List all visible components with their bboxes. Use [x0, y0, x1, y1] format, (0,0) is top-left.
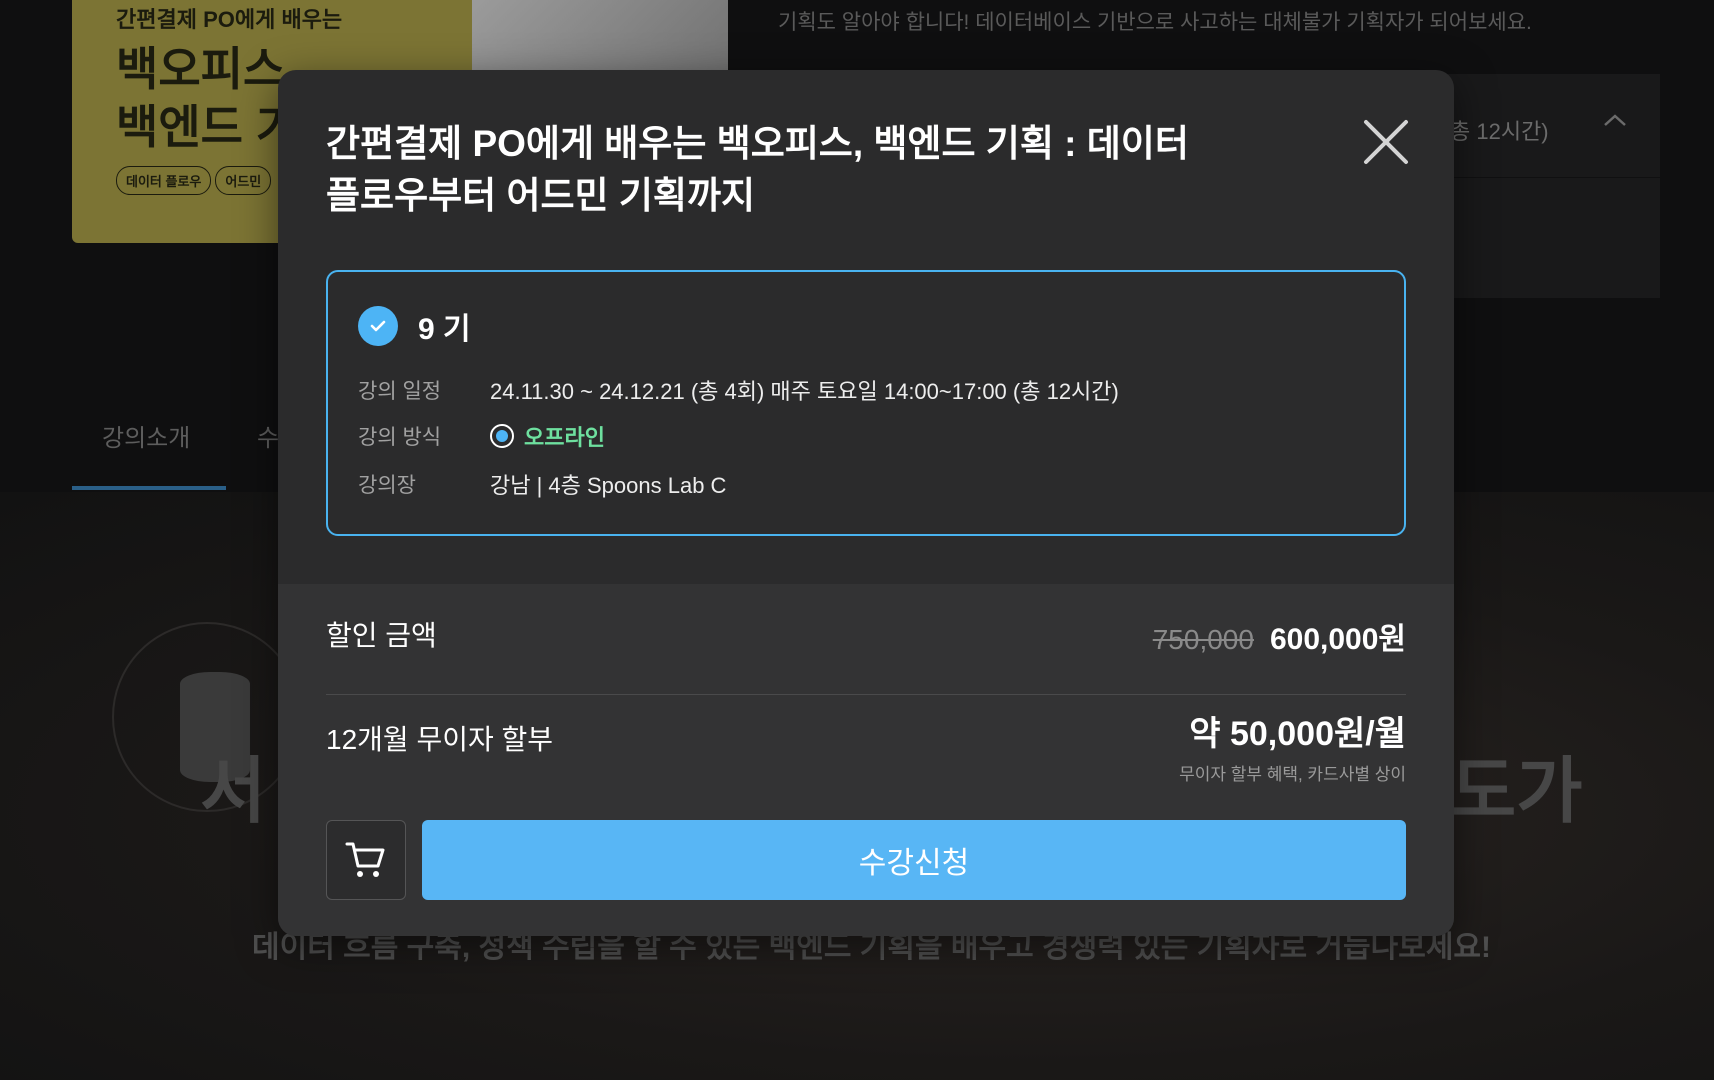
price-section: 할인 금액 750,000 600,000원 12개월 무이자 할부 약 50,… — [278, 584, 1454, 936]
schedule-row: 강의 일정 24.11.30 ~ 24.12.21 (총 4회) 매주 토요일 … — [358, 374, 1119, 406]
final-price: 600,000원 — [1269, 623, 1406, 656]
radio-dot — [496, 430, 508, 442]
cart-icon[interactable] — [344, 838, 388, 882]
promo-tag: 데이터 플로우 — [116, 166, 212, 195]
promo-subtitle: 간편결제 PO에게 배우는 — [116, 7, 343, 32]
method-label: 강의 방식 — [358, 426, 442, 449]
promo-tag: 어드민 — [215, 166, 272, 195]
price-divider — [326, 694, 1406, 695]
promo-title-line1: 백오피스 — [116, 43, 286, 95]
modal-title: 간편결제 PO에게 배우는 백오피스, 백엔드 기획 : 데이터 플로우부터 어… — [326, 118, 1226, 222]
tab-active-indicator — [72, 486, 226, 490]
method-value: 오프라인 — [524, 425, 605, 450]
method-row: 강의 방식 오프라인 — [358, 420, 605, 452]
modal-title-line2: 플로우부터 어드민 기획까지 — [326, 175, 756, 216]
promo-title-line2: 백엔드 기 — [116, 101, 299, 153]
venue-row: 강의장 강남 | 4층 Spoons Lab C — [358, 468, 726, 500]
accordion-text: 총 12시간) — [1450, 119, 1549, 144]
venue-value: 강남 | 4층 Spoons Lab C — [490, 473, 727, 498]
tab-second[interactable]: 수 — [257, 418, 279, 453]
cohort-option-card[interactable]: 9 기 강의 일정 24.11.30 ~ 24.12.21 (총 4회) 매주 … — [326, 270, 1406, 536]
cart-button[interactable] — [326, 820, 406, 900]
promo-title: 백오피스 백엔드 기 — [116, 40, 298, 156]
tab-intro[interactable]: 강의소개 — [102, 418, 190, 453]
installment-label: 12개월 무이자 할부 — [326, 724, 554, 755]
enroll-button[interactable]: 수강신청 — [422, 820, 1406, 900]
close-icon[interactable] — [1356, 112, 1416, 172]
venue-label: 강의장 — [358, 474, 416, 497]
discount-label: 할인 금액 — [326, 620, 437, 651]
installment-note: 무이자 할부 혜택, 카드사별 상이 — [1179, 765, 1406, 784]
cohort-name: 9 기 — [418, 313, 471, 346]
original-price: 750,000 — [1152, 624, 1254, 655]
hero-heading-left: 서 — [200, 752, 267, 832]
check-icon[interactable] — [358, 306, 398, 346]
schedule-value: 24.11.30 ~ 24.12.21 (총 4회) 매주 토요일 14:00~… — [490, 379, 1119, 404]
close-button[interactable] — [1356, 112, 1416, 172]
enroll-modal: 간편결제 PO에게 배우는 백오피스, 백엔드 기획 : 데이터 플로우부터 어… — [278, 70, 1454, 936]
schedule-accordion[interactable]: 총 12시간) — [1430, 74, 1660, 298]
modal-title-line1: 간편결제 PO에게 배우는 백오피스, 백엔드 기획 : 데이터 — [326, 123, 1189, 164]
chevron-up-icon[interactable] — [1602, 104, 1628, 135]
course-description: 기획도 알아야 합니다! 데이터베이스 기반으로 사고하는 대체불가 기획자가 … — [778, 11, 1532, 34]
installment-amount: 약 50,000원/월 — [1189, 715, 1406, 753]
radio-icon — [490, 424, 514, 448]
price-values: 750,000 600,000원 — [1153, 614, 1406, 658]
schedule-label: 강의 일정 — [358, 380, 442, 403]
hero-heading-right: 도가 — [1450, 752, 1583, 832]
accordion-header[interactable]: 총 12시간) — [1430, 74, 1660, 178]
promo-tags: 데이터 플로우 어드민 — [116, 166, 272, 195]
